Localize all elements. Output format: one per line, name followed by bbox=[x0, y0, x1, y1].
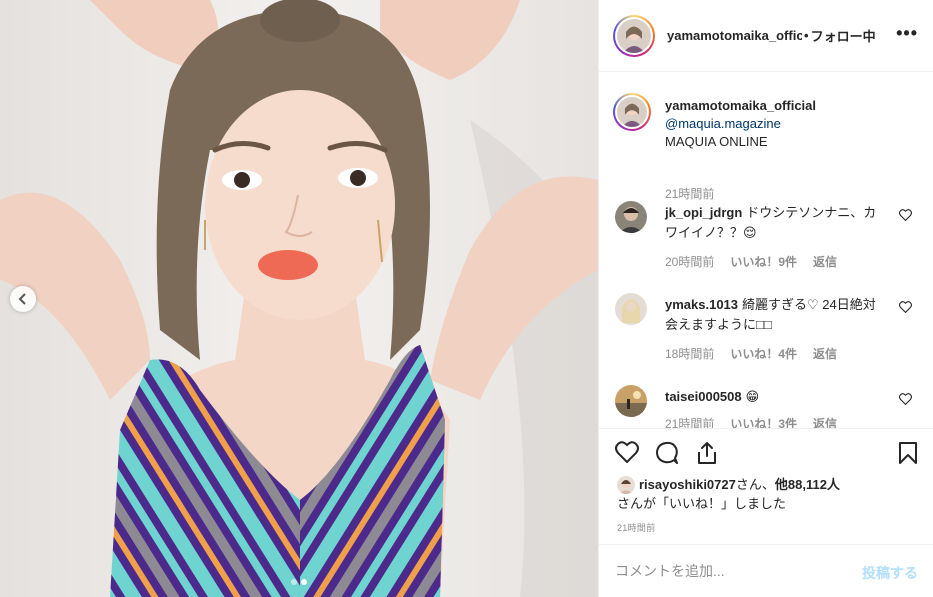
liker-avatar[interactable] bbox=[617, 476, 635, 494]
comment-reply-button[interactable]: 返信 bbox=[813, 345, 837, 362]
caption-avatar bbox=[617, 97, 647, 127]
post-timestamp[interactable]: 21時間前 bbox=[617, 521, 656, 534]
commenter-avatar[interactable] bbox=[615, 385, 647, 417]
comment-like-count[interactable]: いいね！3件 bbox=[730, 415, 797, 428]
add-comment-bar: 投稿する bbox=[599, 544, 933, 597]
avatar bbox=[617, 18, 651, 53]
comment-meta: 18時間前 いいね！4件 返信 bbox=[665, 345, 837, 362]
carousel-dot bbox=[291, 579, 297, 585]
commenter-avatar[interactable] bbox=[615, 201, 647, 233]
comment-like-count[interactable]: いいね！4件 bbox=[730, 345, 797, 362]
carousel-previous-button[interactable] bbox=[10, 286, 36, 312]
comment-username[interactable]: ymaks.1013 bbox=[665, 297, 738, 312]
comment-icon[interactable] bbox=[655, 441, 679, 465]
bookmark-icon[interactable] bbox=[898, 441, 918, 465]
comment-like-heart-icon[interactable] bbox=[899, 393, 912, 405]
header-username[interactable]: yamamotomaika_official bbox=[667, 28, 802, 43]
caption-username[interactable]: yamamotomaika_official bbox=[665, 97, 915, 115]
commenter-avatar[interactable] bbox=[615, 293, 647, 325]
comment-username[interactable]: jk_opi_jdrgn bbox=[665, 205, 742, 220]
share-icon[interactable] bbox=[695, 441, 719, 465]
following-button[interactable]: フォロー中 bbox=[811, 26, 876, 45]
carousel-indicator bbox=[0, 579, 598, 585]
liker-username[interactable]: risayoshiki0727 bbox=[639, 477, 736, 492]
likes-count[interactable]: 他88,112人 bbox=[775, 477, 840, 492]
caption-story-ring[interactable] bbox=[613, 93, 651, 131]
likes-middle: さん、 bbox=[735, 477, 775, 492]
caption-timestamp[interactable]: 21時間前 bbox=[665, 185, 714, 202]
portrait-illustration bbox=[0, 0, 598, 597]
comment-item: taisei000508 😁 21時間前 いいね！3件 返信 bbox=[613, 385, 918, 428]
comment-reply-button[interactable]: 返信 bbox=[813, 415, 837, 428]
comment-item: jk_opi_jdrgn ドウシテソンナニ、カワイイノ？？😌 20時間前 いいね！… bbox=[613, 201, 918, 281]
post-photo[interactable] bbox=[0, 0, 598, 597]
comment-list[interactable]: yamamotomaika_official @maquia.magazine … bbox=[599, 73, 933, 428]
comment-like-heart-icon[interactable] bbox=[899, 209, 912, 221]
comment-reply-button[interactable]: 返信 bbox=[813, 253, 837, 270]
comment-meta: 20時間前 いいね！9件 返信 bbox=[665, 253, 837, 270]
likes-line2: さんが「いいね！」しました bbox=[617, 496, 787, 511]
caption-mention-link[interactable]: @maquia.magazine bbox=[665, 115, 915, 133]
comment-time[interactable]: 21時間前 bbox=[665, 415, 714, 428]
chevron-left-icon bbox=[18, 293, 26, 305]
post-panel: yamamotomaika_official • フォロー中 ••• yamam… bbox=[598, 0, 933, 597]
comment-like-count[interactable]: いいね！9件 bbox=[730, 253, 797, 270]
comment-item: ymaks.1013 綺麗すぎる♡ 24日絶対会えますように□□ 18時間前 いい… bbox=[613, 293, 918, 373]
comment-username[interactable]: taisei000508 bbox=[665, 389, 742, 404]
post-comment-button[interactable]: 投稿する bbox=[862, 563, 918, 583]
comment-like-heart-icon[interactable] bbox=[899, 301, 912, 313]
comment-text: 😁 bbox=[745, 389, 760, 404]
header-separator: • bbox=[804, 28, 809, 43]
story-ring[interactable] bbox=[613, 14, 655, 57]
comment-meta: 21時間前 いいね！3件 返信 bbox=[665, 415, 837, 428]
post-header: yamamotomaika_official • フォロー中 ••• bbox=[599, 0, 933, 72]
comment-time[interactable]: 18時間前 bbox=[665, 345, 714, 362]
comment-input[interactable] bbox=[615, 563, 845, 579]
caption-text: MAQUIA ONLINE bbox=[665, 134, 768, 149]
heart-icon[interactable] bbox=[615, 441, 639, 463]
post-actions: risayoshiki0727さん、他88,112人 さんが「いいね！」しました… bbox=[599, 428, 933, 544]
more-options-icon[interactable]: ••• bbox=[896, 24, 918, 42]
carousel-dot-active bbox=[301, 579, 307, 585]
likes-summary: risayoshiki0727さん、他88,112人 さんが「いいね！」しました bbox=[617, 475, 917, 513]
comment-time[interactable]: 20時間前 bbox=[665, 253, 714, 270]
